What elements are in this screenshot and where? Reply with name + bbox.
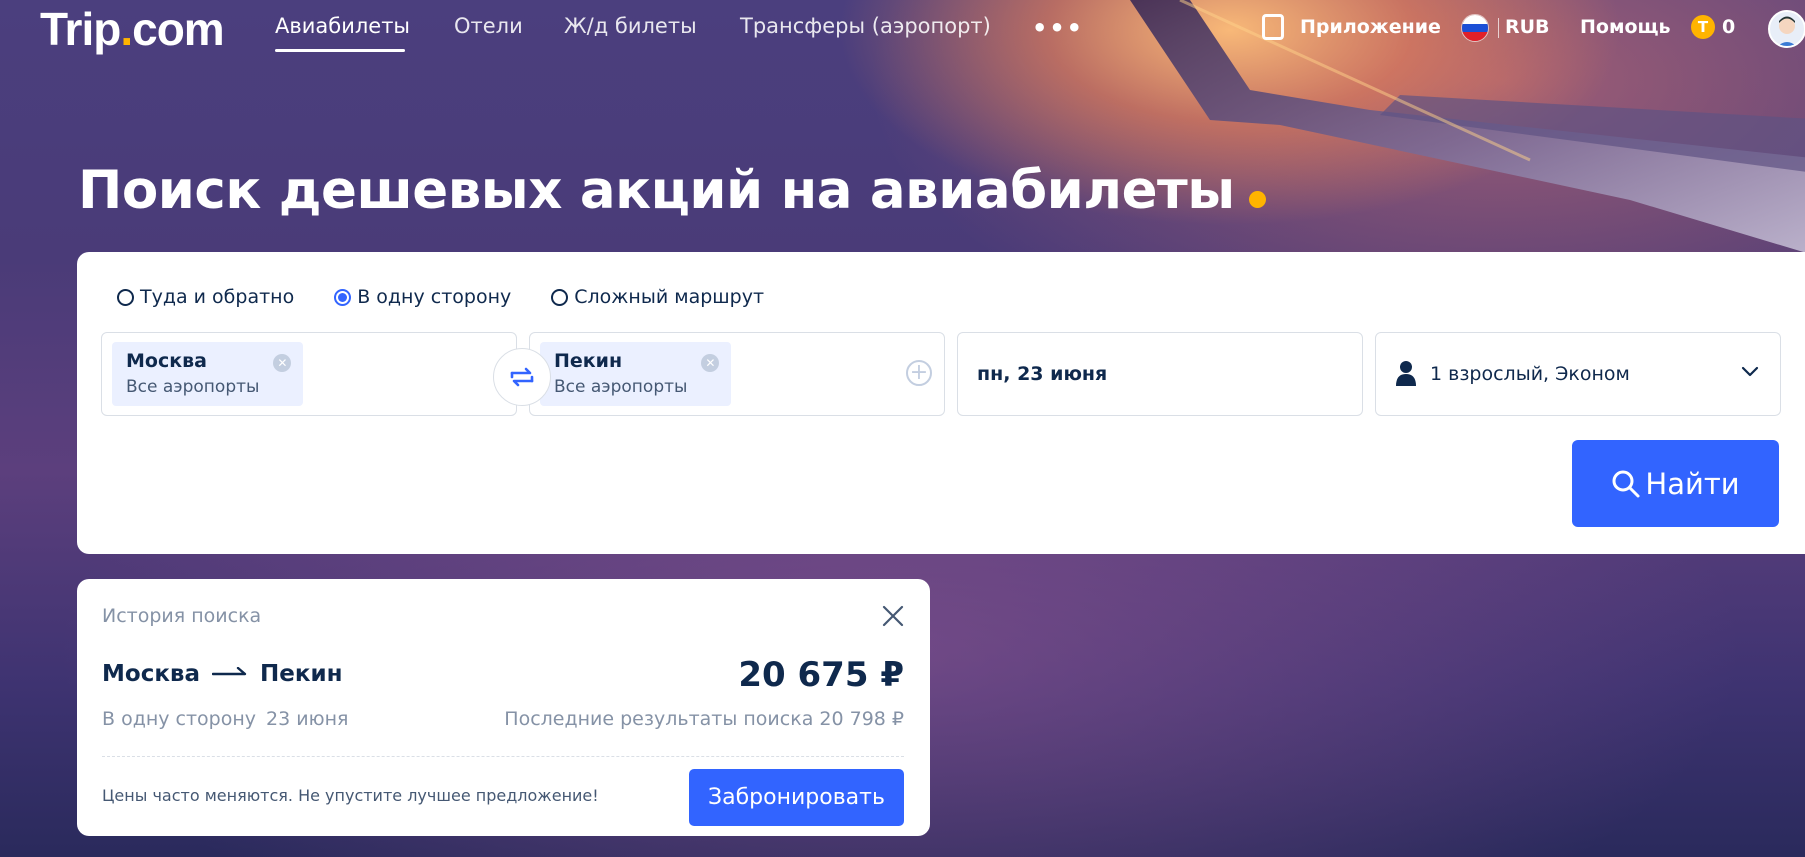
to-field[interactable]: Пекин Все аэропорты ✕ + — [529, 332, 945, 416]
person-icon — [1396, 361, 1416, 386]
search-button-label: Найти — [1645, 466, 1740, 501]
swap-icon[interactable] — [493, 348, 551, 406]
divider — [1498, 18, 1499, 38]
search-icon — [1612, 470, 1640, 497]
from-city-chip[interactable]: Москва Все аэропорты ✕ — [112, 342, 304, 406]
trip-coins-icon[interactable]: T — [1691, 15, 1715, 39]
departure-date: пн, 23 июня — [977, 363, 1108, 385]
russia-flag-icon[interactable] — [1461, 14, 1489, 42]
passengers-class: 1 взрослый, Эконом — [1430, 363, 1630, 385]
to-airports: Все аэропорты — [554, 377, 688, 397]
mobile-app-icon[interactable] — [1262, 14, 1284, 40]
chevron-down-icon[interactable] — [1740, 361, 1760, 381]
app-link[interactable]: Приложение — [1300, 16, 1441, 38]
history-date: 23 июня — [266, 708, 349, 730]
accent-dot — [1248, 190, 1266, 208]
arrow-right-icon — [212, 667, 247, 676]
history-title: История поиска — [102, 605, 262, 627]
history-trip-type: В одну сторону — [102, 708, 257, 730]
flight-search-panel: Туда и обратно В одну сторону Сложный ма… — [77, 252, 1805, 554]
plus-icon[interactable]: + — [906, 360, 932, 386]
date-field[interactable]: пн, 23 июня — [957, 332, 1363, 416]
more-menu-icon[interactable]: ••• — [1032, 14, 1084, 42]
nav-transfers[interactable]: Трансферы (аэропорт) — [740, 14, 991, 38]
clear-to-icon[interactable]: ✕ — [701, 354, 720, 372]
avatar-person-icon — [1777, 16, 1797, 46]
radio-round-trip[interactable]: Туда и обратно — [117, 286, 294, 308]
book-button[interactable]: Забронировать — [689, 769, 904, 826]
close-icon[interactable] — [882, 605, 904, 627]
radio-one-way[interactable]: В одну сторону — [334, 286, 511, 308]
history-price: 20 675 ₽ — [738, 655, 904, 695]
history-to: Пекин — [260, 661, 343, 687]
history-last-results: Последние результаты поиска 20 798 ₽ — [504, 708, 904, 730]
divider — [102, 756, 904, 757]
page-title: Поиск дешевых акций на авиабилеты — [78, 160, 1266, 221]
history-route[interactable]: Москва Пекин — [102, 661, 342, 687]
currency-selector[interactable]: RUB — [1505, 16, 1550, 38]
to-city: Пекин — [554, 350, 623, 372]
search-history-card: История поиска Москва Пекин 20 675 ₽ В о… — [77, 579, 930, 836]
coin-count[interactable]: 0 — [1722, 16, 1735, 38]
nav-hotels[interactable]: Отели — [454, 14, 523, 38]
history-from: Москва — [102, 661, 201, 687]
nav-flights[interactable]: Авиабилеты — [275, 14, 410, 38]
to-city-chip[interactable]: Пекин Все аэропорты ✕ — [540, 342, 732, 406]
search-button[interactable]: Найти — [1572, 440, 1779, 527]
from-city: Москва — [126, 350, 207, 372]
trip-type-selector: Туда и обратно В одну сторону Сложный ма… — [117, 286, 764, 308]
from-field[interactable]: Москва Все аэропорты ✕ — [101, 332, 517, 416]
from-airports: Все аэропорты — [126, 377, 260, 397]
clear-from-icon[interactable]: ✕ — [273, 354, 292, 372]
user-avatar[interactable] — [1768, 10, 1805, 48]
active-tab-indicator — [275, 49, 405, 52]
passengers-field[interactable]: 1 взрослый, Эконом — [1375, 332, 1781, 416]
help-link[interactable]: Помощь — [1580, 16, 1671, 38]
price-change-note: Цены часто меняются. Не упустите лучшее … — [102, 786, 599, 805]
top-navigation: Trip.com Авиабилеты Отели Ж/д билеты Тра… — [0, 0, 1805, 56]
trip-logo[interactable]: Trip.com — [40, 2, 225, 56]
radio-multi-city[interactable]: Сложный маршрут — [551, 286, 764, 308]
nav-trains[interactable]: Ж/д билеты — [564, 14, 697, 38]
history-meta: В одну сторону 23 июня — [102, 708, 348, 730]
